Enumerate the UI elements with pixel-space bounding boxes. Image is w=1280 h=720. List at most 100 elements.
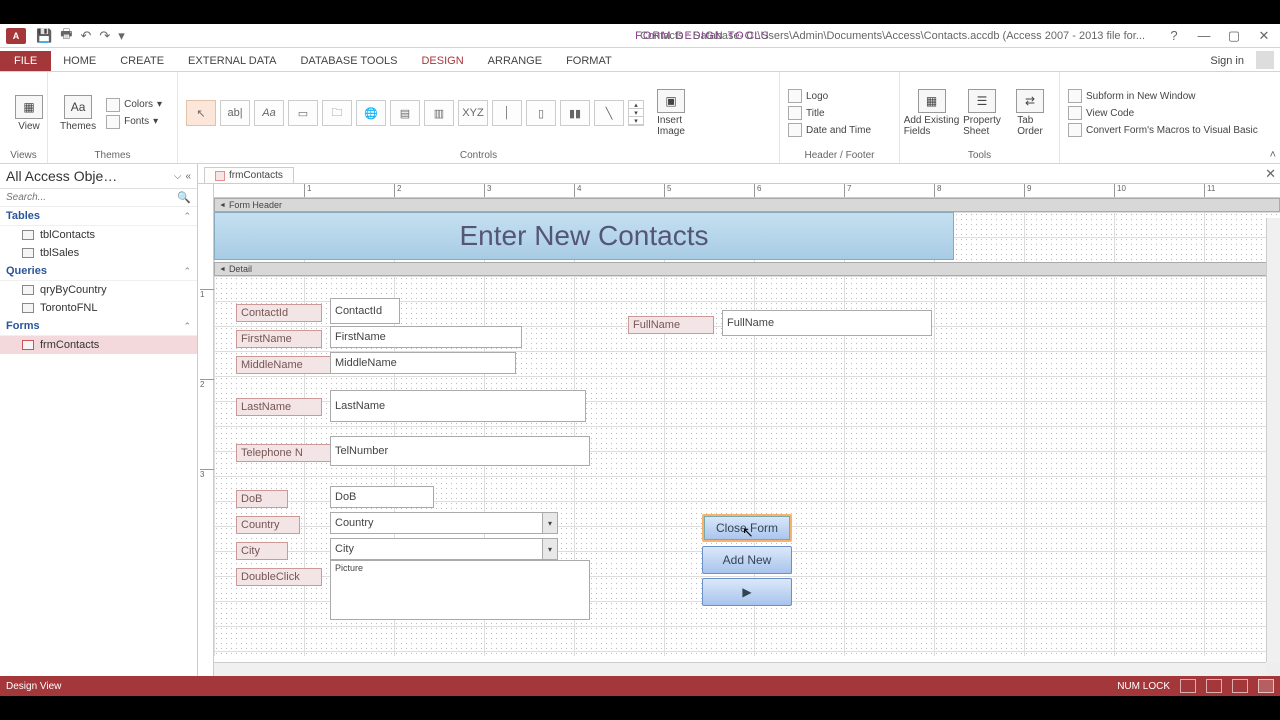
view-layout-icon[interactable]: [1232, 679, 1248, 693]
next-button[interactable]: ▶: [702, 578, 792, 606]
tab-home[interactable]: HOME: [51, 51, 108, 71]
vertical-scrollbar[interactable]: [1266, 218, 1280, 662]
tab-design[interactable]: DESIGN: [409, 51, 475, 71]
label-lastname[interactable]: LastName: [236, 398, 322, 416]
field-telnumber[interactable]: TelNumber: [330, 436, 590, 466]
control-button[interactable]: ▭: [288, 100, 318, 126]
field-contactid[interactable]: ContactId: [330, 298, 400, 324]
label-city[interactable]: City: [236, 542, 288, 560]
tab-external-data[interactable]: EXTERNAL DATA: [176, 51, 288, 71]
control-textbox[interactable]: ab|: [220, 100, 250, 126]
label-fullname[interactable]: FullName: [628, 316, 714, 334]
control-label[interactable]: Aa: [254, 100, 284, 126]
form-icon: [22, 340, 34, 350]
label-contactid[interactable]: ContactId: [236, 304, 322, 322]
nav-title: All Access Obje…: [6, 168, 117, 184]
field-picture[interactable]: Picture: [330, 560, 590, 620]
subform-new-window-button[interactable]: Subform in New Window: [1068, 89, 1258, 103]
avatar[interactable]: [1256, 51, 1274, 69]
control-toggle[interactable]: ╲: [594, 100, 624, 126]
tab-format[interactable]: FORMAT: [554, 51, 624, 71]
nav-cat-queries[interactable]: Queries⌃: [0, 262, 197, 281]
doc-tab-close-icon[interactable]: ✕: [1265, 166, 1276, 182]
field-country[interactable]: Country: [330, 512, 558, 534]
label-dob[interactable]: DoB: [236, 490, 288, 508]
section-detail[interactable]: ◄Detail: [214, 262, 1280, 276]
collapse-ribbon-icon[interactable]: ˄: [1270, 149, 1276, 161]
control-chart[interactable]: ▮▮: [560, 100, 590, 126]
view-datasheet-icon[interactable]: [1206, 679, 1222, 693]
control-rect[interactable]: ▯: [526, 100, 556, 126]
colors-icon: [106, 98, 120, 112]
search-icon[interactable]: 🔍: [177, 191, 191, 204]
redo-icon[interactable]: ↷: [99, 28, 110, 44]
control-select[interactable]: ↖: [186, 100, 216, 126]
minimize-icon[interactable]: —: [1192, 28, 1216, 44]
convert-icon: [1068, 123, 1082, 137]
title-button[interactable]: Title: [788, 106, 871, 120]
nav-item-qrybycountry[interactable]: qryByCountry: [0, 281, 197, 299]
tab-database-tools[interactable]: DATABASE TOOLS: [288, 51, 409, 71]
nav-cat-forms[interactable]: Forms⌃: [0, 317, 197, 336]
close-window-icon[interactable]: ✕: [1252, 28, 1276, 44]
nav-shutter-icon[interactable]: «: [185, 171, 191, 182]
property-sheet-button[interactable]: ☰Property Sheet: [961, 87, 1003, 139]
section-form-header[interactable]: ◄Form Header: [214, 198, 1280, 212]
nav-item-torontofnl[interactable]: TorontoFNL: [0, 299, 197, 317]
label-middlename[interactable]: MiddleName: [236, 356, 332, 374]
nav-search-input[interactable]: [6, 192, 177, 203]
nav-item-frmcontacts[interactable]: frmContacts: [0, 336, 197, 354]
group-views: Views: [8, 150, 39, 163]
label-telnumber[interactable]: Telephone N: [236, 444, 332, 462]
restore-icon[interactable]: ▢: [1222, 28, 1246, 44]
date-time-button[interactable]: Date and Time: [788, 123, 871, 137]
controls-scroller[interactable]: ▴▾▾: [628, 100, 644, 126]
form-title-label[interactable]: Enter New Contacts: [214, 212, 954, 260]
control-xyz[interactable]: XYZ: [458, 100, 488, 126]
field-fullname[interactable]: FullName: [722, 310, 932, 336]
nav-cat-tables[interactable]: Tables⌃: [0, 207, 197, 226]
logo-button[interactable]: Logo: [788, 89, 871, 103]
field-lastname[interactable]: LastName: [330, 390, 586, 422]
tab-arrange[interactable]: ARRANGE: [476, 51, 554, 71]
nav-item-tblsales[interactable]: tblSales: [0, 244, 197, 262]
fonts-button[interactable]: Fonts▾: [106, 115, 162, 129]
convert-macros-button[interactable]: Convert Form's Macros to Visual Basic: [1068, 123, 1258, 137]
nav-item-tblcontacts[interactable]: tblContacts: [0, 226, 197, 244]
view-code-button[interactable]: View Code: [1068, 106, 1258, 120]
view-button[interactable]: ▦View: [8, 93, 50, 134]
view-form-icon[interactable]: [1180, 679, 1196, 693]
field-dob[interactable]: DoB: [330, 486, 434, 508]
label-country[interactable]: Country: [236, 516, 300, 534]
tab-create[interactable]: CREATE: [108, 51, 176, 71]
control-tab[interactable]: 🗀: [322, 100, 352, 126]
doc-tab-frmcontacts[interactable]: frmContacts: [204, 167, 294, 183]
horizontal-ruler: 1 2 3 4 5 6 7 8 9 10 11: [214, 184, 1280, 198]
save-icon[interactable]: 💾: [36, 28, 52, 44]
tab-order-button[interactable]: ⇄Tab Order: [1009, 87, 1051, 139]
control-combo[interactable]: ▤: [390, 100, 420, 126]
sign-in-link[interactable]: Sign in: [1202, 51, 1252, 71]
label-doubleclick[interactable]: DoubleClick: [236, 568, 322, 586]
file-tab[interactable]: FILE: [0, 51, 51, 71]
control-hyperlink[interactable]: 🌐: [356, 100, 386, 126]
view-design-icon[interactable]: [1258, 679, 1274, 693]
field-firstname[interactable]: FirstName: [330, 326, 522, 348]
undo-icon[interactable]: ↶: [80, 28, 91, 44]
help-icon[interactable]: ?: [1162, 28, 1186, 44]
control-listbox[interactable]: ▥: [424, 100, 454, 126]
print-icon[interactable]: 🖶: [60, 25, 72, 47]
add-new-button[interactable]: Add New: [702, 546, 792, 574]
date-icon: [788, 123, 802, 137]
themes-button[interactable]: AaThemes: [56, 93, 100, 134]
label-firstname[interactable]: FirstName: [236, 330, 322, 348]
field-middlename[interactable]: MiddleName: [330, 352, 516, 374]
horizontal-scrollbar[interactable]: [214, 662, 1266, 676]
nav-dropdown-icon[interactable]: ⌵: [174, 171, 182, 182]
window-title: Contacts : Database- C:\Users\Admin\Docu…: [640, 30, 1180, 42]
add-existing-fields-button[interactable]: ▦Add Existing Fields: [908, 87, 955, 139]
control-line[interactable]: │: [492, 100, 522, 126]
field-city[interactable]: City: [330, 538, 558, 560]
insert-image-button[interactable]: ▣Insert Image: [650, 87, 692, 139]
colors-button[interactable]: Colors▾: [106, 98, 162, 112]
